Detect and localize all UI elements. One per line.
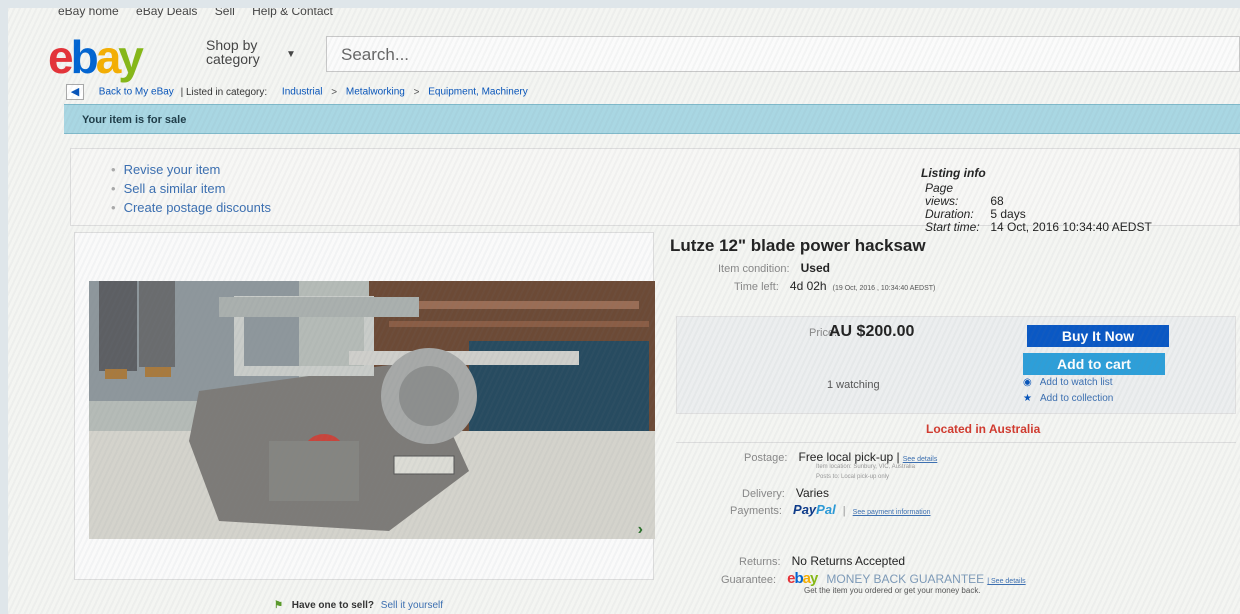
back-to-my-ebay-link[interactable]: Back to My eBay <box>99 87 174 98</box>
listing-info-heading: Listing info <box>921 166 986 180</box>
add-to-cart-button[interactable]: Add to cart <box>1023 353 1165 375</box>
condition-value: Used <box>800 261 830 275</box>
posts-to: Posts to: Local pick-up only <box>816 474 890 480</box>
delivery-value: Varies <box>795 486 829 500</box>
crumb-industrial[interactable]: Industrial <box>282 87 323 98</box>
category-label: category <box>206 51 260 67</box>
tag-icon: ⚑ <box>274 600 283 611</box>
watching-count: 1 watching <box>827 379 880 391</box>
topnav-help[interactable]: Help & Contact <box>252 8 333 18</box>
guarantee-subtext: Get the item you ordered or get your mon… <box>804 586 981 595</box>
for-sale-banner: Your item is for sale <box>64 104 1240 134</box>
shop-by-category-button[interactable]: Shop by category ▼ <box>206 37 296 67</box>
payment-info-link[interactable]: See payment information <box>853 509 931 516</box>
breadcrumb: ◀ Back to My eBay | Listed in category: … <box>66 84 528 100</box>
browser-screen: eBay home eBay Deals Sell Help & Contact… <box>8 8 1240 614</box>
guarantee-row: Guarantee: ebay MONEY BACK GUARANTEE | S… <box>721 570 1026 587</box>
delivery-row: Delivery: Varies <box>742 486 829 500</box>
guarantee-see-details-link[interactable]: | See details <box>987 578 1025 585</box>
topnav-deals[interactable]: eBay Deals <box>136 8 197 18</box>
time-left: Time left: 4d 02h (19 Oct, 2016 , 10:34:… <box>734 279 935 293</box>
crumb-separator: > <box>413 86 420 98</box>
paypal-pay: Pay <box>793 502 817 517</box>
postage-see-details-link[interactable]: See details <box>903 456 938 463</box>
add-to-collection-link[interactable]: ★ Add to collection <box>1023 393 1113 404</box>
revise-item-link[interactable]: Revise your item <box>111 161 271 179</box>
located-in-notice: Located in Australia <box>926 422 1041 436</box>
page-views-label: Page views: <box>925 181 959 208</box>
have-one-to-sell: ⚑ Have one to sell? Sell it yourself <box>274 600 443 611</box>
logo-letter-e: e <box>48 31 74 83</box>
search-input[interactable]: Search... <box>326 36 1240 72</box>
listing-info: Listing info Page views: 68 Duration: 5 … <box>921 167 1152 234</box>
watch-list-label: Add to watch list <box>1039 377 1113 388</box>
item-image-panel: › <box>74 232 655 580</box>
have-one-label: Have one to sell? <box>291 600 374 611</box>
action-links: Revise your item Sell a similar item Cre… <box>111 161 271 218</box>
postage-value: Free local pick-up | <box>798 450 900 464</box>
collection-label: Add to collection <box>1039 393 1114 404</box>
item-photo[interactable] <box>89 281 655 539</box>
buy-it-now-button[interactable]: Buy It Now <box>1027 325 1169 347</box>
time-left-end: (19 Oct, 2016 , 10:34:40 AEDST) <box>832 285 936 292</box>
postage-row: Postage: Free local pick-up | See detail… <box>744 450 937 464</box>
top-nav: eBay home eBay Deals Sell Help & Contact <box>58 8 347 18</box>
guarantee-logo-y: y <box>809 570 818 587</box>
sell-similar-link[interactable]: Sell a similar item <box>111 180 271 198</box>
money-back-guarantee: MONEY BACK GUARANTEE <box>826 572 985 586</box>
postage-label: Postage: <box>744 452 788 464</box>
listed-in-label: | Listed in category: <box>180 86 268 98</box>
duration-value: 5 days <box>990 207 1026 221</box>
item-location: Item location: Sunbury, VIC, Australia <box>816 464 915 470</box>
ebay-logo[interactable]: ebay <box>48 30 144 84</box>
eye-icon: ◉ <box>1023 377 1032 388</box>
time-left-label: Time left: <box>734 281 779 293</box>
start-time-label: Start time: <box>925 220 980 234</box>
logo-letter-a: a <box>95 31 122 83</box>
logo-letter-b: b <box>70 31 99 83</box>
postage-discounts-link[interactable]: Create postage discounts <box>111 199 271 217</box>
item-title: Lutze 12" blade power hacksaw <box>670 236 926 255</box>
logo-letter-y: y <box>118 31 144 83</box>
guarantee-label: Guarantee: <box>721 574 777 586</box>
next-image-arrow-icon[interactable]: › <box>638 521 643 539</box>
seller-actions-panel: Revise your item Sell a similar item Cre… <box>70 148 1240 234</box>
topnav-ebay-home[interactable]: eBay home <box>58 8 119 18</box>
page-views-value: 68 <box>990 194 1004 208</box>
shop-by-label: Shop by <box>206 37 258 53</box>
delivery-label: Delivery: <box>742 488 785 500</box>
crumb-metalworking[interactable]: Metalworking <box>346 87 405 98</box>
crumb-equipment[interactable]: Equipment, Machinery <box>428 87 528 98</box>
sell-it-yourself-link[interactable]: Sell it yourself <box>381 600 443 611</box>
payments-row: Payments: PayPal | See payment informati… <box>730 502 931 517</box>
hacksaw-photo-illustration <box>89 281 655 539</box>
listing-info-row: Start time: 14 Oct, 2016 10:34:40 AEDST <box>921 221 1152 234</box>
add-to-watch-list-link[interactable]: ◉ Add to watch list <box>1023 377 1113 388</box>
payments-label: Payments: <box>730 505 782 517</box>
item-condition: Item condition: Used <box>718 261 830 275</box>
returns-value: No Returns Accepted <box>791 554 906 568</box>
price-value: AU $200.00 <box>829 323 915 340</box>
guarantee-logo-b: b <box>794 570 803 587</box>
ebay-guarantee-logo: ebay <box>787 570 818 587</box>
divider <box>676 442 1236 443</box>
start-time-value: 14 Oct, 2016 10:34:40 AEDST <box>990 220 1152 234</box>
paypal-pal: Pal <box>816 502 836 517</box>
paypal-logo: PayPal <box>793 502 836 517</box>
returns-row: Returns: No Returns Accepted <box>739 554 905 568</box>
guarantee-logo-a: a <box>802 570 811 587</box>
topnav-sell[interactable]: Sell <box>215 8 235 18</box>
price-panel: Price: AU $200.00 Buy It Now Add to cart… <box>676 316 1236 414</box>
time-left-value: 4d 02h <box>789 279 827 293</box>
crumb-separator: > <box>331 86 338 98</box>
listing-info-row: Page views: 68 <box>921 182 1152 208</box>
back-arrow-icon[interactable]: ◀ <box>66 84 84 100</box>
returns-label: Returns: <box>739 556 781 568</box>
chevron-down-icon: ▼ <box>286 49 296 60</box>
condition-label: Item condition: <box>718 263 790 275</box>
star-icon: ★ <box>1023 393 1032 404</box>
